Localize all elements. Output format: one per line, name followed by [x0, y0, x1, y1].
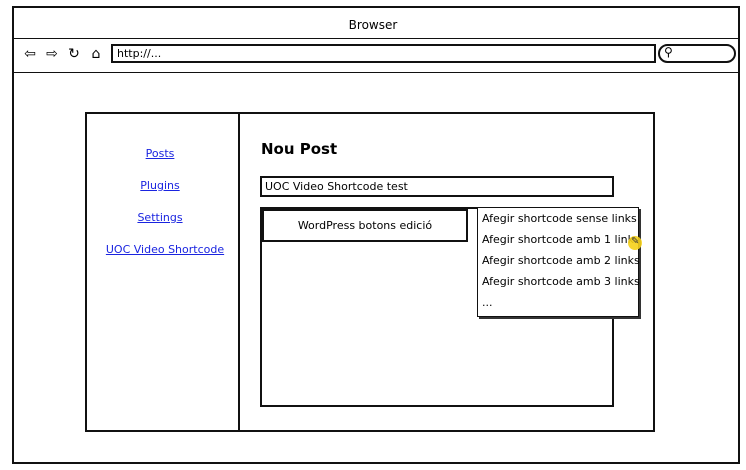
sidebar-item-settings[interactable]: Settings [133, 211, 187, 224]
titlebar-divider [14, 38, 738, 39]
dropdown-item-2-links[interactable]: Afegir shortcode amb 2 links [478, 250, 640, 271]
home-icon[interactable]: ⌂ [88, 46, 104, 62]
shortcode-dropdown-menu: Afegir shortcode sense links Afegir shor… [477, 207, 640, 317]
dropdown-item-3-links[interactable]: Afegir shortcode amb 3 links [478, 271, 640, 292]
dropdown-item-no-links[interactable]: Afegir shortcode sense links [478, 208, 638, 229]
sidebar-item-posts[interactable]: Posts [138, 147, 182, 160]
sidebar-item-uoc-video-shortcode[interactable]: UOC Video Shortcode [100, 243, 230, 256]
address-bar[interactable]: http://... [111, 44, 656, 63]
sidebar-divider [238, 114, 240, 432]
window-title: Browser [348, 18, 398, 32]
post-title-input[interactable]: UOC Video Shortcode test [260, 176, 614, 197]
reload-icon[interactable]: ↻ [66, 46, 82, 62]
forward-icon[interactable]: ⇨ [44, 46, 60, 62]
nav-buttons: ⇦ ⇨ ↻ ⌂ [22, 44, 104, 64]
editor-toolbar-button[interactable]: WordPress botons edició [262, 209, 468, 242]
pointer-icon: ✎ [631, 236, 640, 247]
page-title: Nou Post [261, 140, 338, 158]
dropdown-item-more[interactable]: ... [478, 292, 638, 313]
toolbar-divider [14, 72, 738, 73]
search-icon[interactable]: ⚲ [664, 45, 673, 59]
dropdown-item-1-link[interactable]: Afegir shortcode amb 1 link [478, 229, 638, 250]
sidebar-item-plugins[interactable]: Plugins [133, 179, 187, 192]
back-icon[interactable]: ⇦ [22, 46, 38, 62]
